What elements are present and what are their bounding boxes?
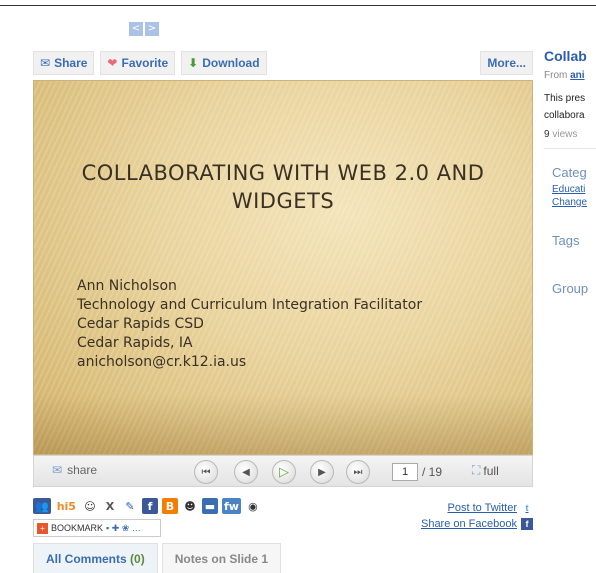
xing-icon[interactable]: X [101, 498, 118, 514]
facebook-small-icon: f [521, 518, 533, 530]
category-link[interactable]: Change [552, 196, 587, 209]
category-links: Educati Change [552, 183, 587, 209]
slide-body-line: anicholson@cr.k12.ia.us [77, 354, 247, 370]
hi5-icon[interactable]: hi5 [54, 498, 78, 514]
bookmark-button[interactable]: + BOOKMARK ▪ ✚ ❀ … [33, 519, 161, 537]
fullscreen-icon: ⛶ [472, 463, 481, 477]
fw-icon[interactable]: fw [221, 498, 241, 514]
slide-title-line: Widgets [231, 189, 335, 213]
next-slide-button[interactable]: ▶ [310, 460, 334, 484]
share-on-facebook-link[interactable]: Share on Facebook f [421, 516, 533, 532]
groups-heading: Group [552, 281, 589, 296]
bookmark-service-icons: ▪ ✚ ❀ … [106, 522, 141, 533]
smiley-icon[interactable]: ☺ [81, 498, 98, 514]
fullscreen-button[interactable]: ⛶ full [472, 463, 499, 478]
download-arrow-icon: ⬇ [188, 56, 199, 70]
presentation-description: This pres collabora [544, 90, 585, 124]
monkey-icon[interactable]: ☻ [181, 498, 198, 514]
social-icons-row: 👥 hi5 ☺ X ✎ f B ☻ ▬ fw ◉ [33, 498, 261, 514]
page-indicator: / 19 [392, 463, 442, 481]
comment-count: (0) [130, 551, 145, 566]
first-slide-button[interactable]: ⏮ [194, 460, 218, 484]
right-sidebar: Collab From ani This pres collabora 9 vi… [544, 0, 596, 573]
facebook-icon[interactable]: f [141, 498, 158, 514]
favorite-button-label: Favorite [121, 56, 169, 70]
slide-body-line: Cedar Rapids CSD [77, 316, 204, 332]
more-button[interactable]: More... [480, 51, 533, 75]
tab-notes-on-slide[interactable]: Notes on Slide 1 [161, 543, 282, 573]
slide-body-line: Ann Nicholson [77, 278, 177, 294]
window-top-edge [0, 0, 596, 6]
more-button-label: More... [487, 56, 526, 70]
action-toolbar: ✉ Share ❤ Favorite ⬇ Download More... [33, 50, 533, 76]
post-to-twitter-label: Post to Twitter [447, 502, 518, 514]
last-slide-button[interactable]: ⏭ [346, 460, 370, 484]
author-line: From ani [544, 70, 585, 81]
slide-viewer[interactable]: Collaborating with Web 2.0 and Widgets A… [33, 80, 533, 455]
presentation-title[interactable]: Collab [544, 48, 587, 64]
view-count: 9 views [544, 129, 577, 140]
view-count-label: views [552, 129, 578, 140]
slide-body-line: Cedar Rapids, IA [77, 335, 193, 351]
category-link[interactable]: Educati [552, 183, 587, 196]
description-line: collabora [544, 110, 585, 121]
sidebar-divider [544, 148, 596, 149]
description-line: This pres [544, 93, 586, 104]
prev-slide-button[interactable]: ◀ [234, 460, 258, 484]
share-on-facebook-label: Share on Facebook [420, 518, 517, 530]
share-button-label: Share [54, 56, 88, 70]
blogger-icon[interactable]: B [161, 498, 178, 514]
tab-notes-label: Notes on Slide 1 [174, 551, 269, 566]
blog-pen-icon[interactable]: ✎ [121, 498, 138, 514]
share-button[interactable]: ✉ Share [33, 51, 95, 75]
view-count-number: 9 [544, 129, 550, 140]
chat-bubble-icon[interactable]: ▬ [201, 498, 218, 514]
myspace-icon[interactable]: 👥 [33, 498, 51, 514]
total-pages: / 19 [422, 465, 443, 479]
slide-title: Collaborating with Web 2.0 and Widgets [64, 159, 502, 215]
categories-heading: Categ [552, 165, 587, 180]
comment-tabs: All Comments (0) Notes on Slide 1 [33, 543, 285, 573]
slide-body: Ann Nicholson Technology and Curriculum … [77, 277, 422, 372]
slide-title-line: Collaborating with Web 2.0 and [81, 161, 485, 185]
player-share-label: share [67, 463, 98, 477]
favorite-button[interactable]: ❤ Favorite [100, 51, 176, 75]
bookmark-label: BOOKMARK [51, 523, 104, 533]
page-number-input[interactable] [392, 463, 418, 481]
from-label: From [544, 70, 568, 81]
post-to-twitter-link[interactable]: Post to Twitter t [421, 500, 533, 516]
eye-icon[interactable]: ◉ [244, 498, 261, 514]
play-button[interactable]: ▷ [272, 460, 296, 484]
author-link[interactable]: ani [570, 70, 584, 81]
prev-arrow-icon[interactable]: < [129, 22, 143, 36]
player-share-button[interactable]: ✉ share [52, 463, 97, 477]
share-icon: ✉ [52, 463, 63, 477]
download-button[interactable]: ⬇ Download [181, 51, 267, 75]
tab-all-comments-label: All Comments [46, 551, 127, 566]
heart-icon: ❤ [107, 56, 118, 70]
player-controls: ✉ share ⏮ ◀ ▷ ▶ ⏭ / 19 ⛶ full [33, 455, 533, 487]
share-links: Post to Twitter t Share on Facebook f [421, 500, 533, 532]
next-arrow-icon[interactable]: > [145, 22, 159, 36]
twitter-icon: t [521, 502, 533, 514]
slide-body-line: Technology and Curriculum Integration Fa… [77, 297, 423, 313]
slide-thumbnail-nav: < > [129, 22, 159, 36]
download-button-label: Download [202, 56, 260, 70]
tab-all-comments[interactable]: All Comments (0) [33, 543, 158, 573]
tags-heading: Tags [552, 233, 580, 248]
envelope-icon: ✉ [40, 56, 51, 70]
bookmark-plus-icon: + [37, 522, 48, 534]
fullscreen-label: full [483, 463, 499, 478]
